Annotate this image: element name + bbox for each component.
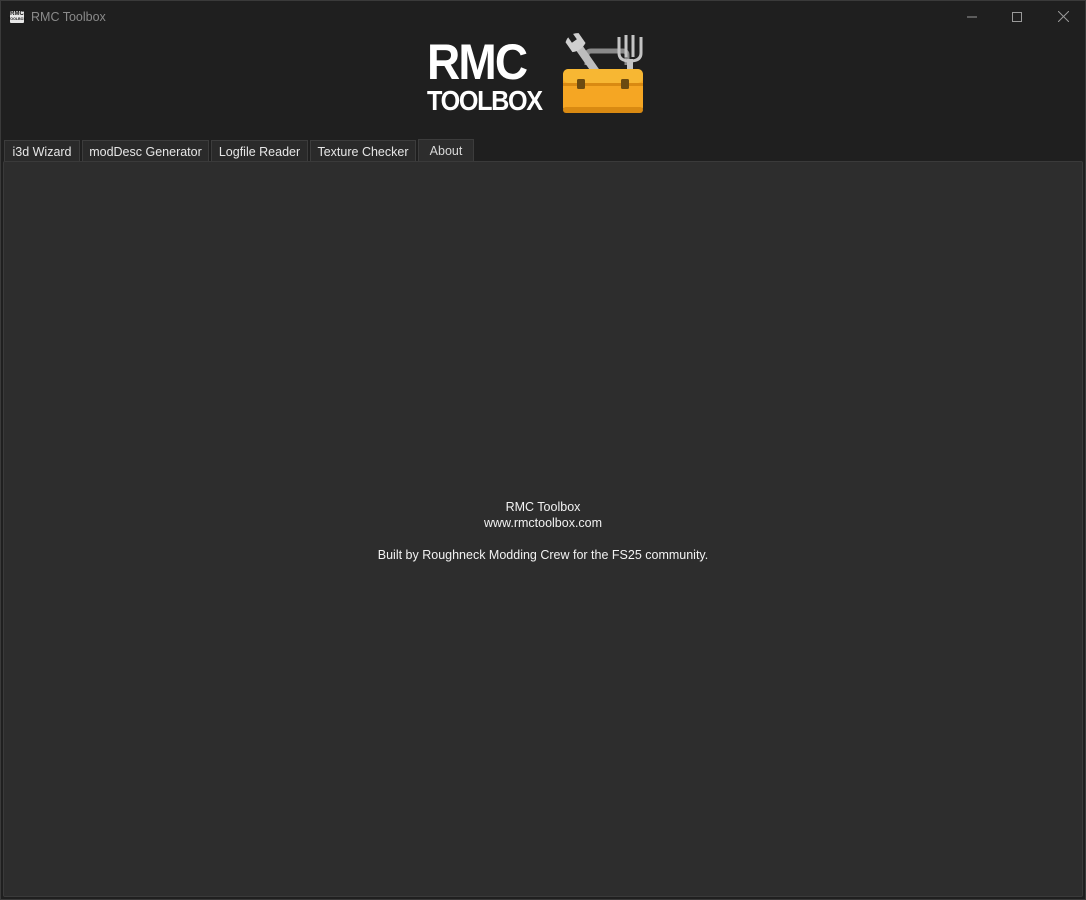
- close-icon: [1057, 11, 1069, 22]
- tab-about[interactable]: About: [418, 139, 474, 162]
- minimize-button[interactable]: [949, 1, 995, 32]
- about-app-name: RMC Toolbox: [505, 500, 581, 514]
- header-banner: RMC TOOLBOX: [1, 32, 1085, 138]
- window-title: RMC Toolbox: [31, 9, 106, 24]
- tab-moddesc-generator[interactable]: modDesc Generator: [82, 140, 209, 162]
- logo-wordmark: RMC TOOLBOX: [427, 34, 543, 116]
- close-button[interactable]: [1040, 1, 1085, 32]
- title-bar[interactable]: RMC TOOLBOX RMC Toolbox: [1, 1, 1085, 32]
- tab-i3d-wizard[interactable]: i3d Wizard: [4, 140, 80, 162]
- tab-logfile-reader[interactable]: Logfile Reader: [211, 140, 308, 162]
- logo-line-rmc: RMC: [427, 34, 528, 90]
- app-window: RMC TOOLBOX RMC Toolbox RMC TOOLBOX i3d …: [0, 0, 1086, 900]
- toolbox-icon: [563, 32, 643, 113]
- maximize-icon: [1012, 11, 1022, 22]
- tab-texture-checker[interactable]: Texture Checker: [310, 140, 416, 162]
- maximize-button[interactable]: [994, 1, 1040, 32]
- about-text-block: RMC Toolbox www.rmctoolbox.com Built by …: [4, 499, 1082, 563]
- tab-bar: i3d Wizard modDesc Generator Logfile Rea…: [1, 138, 1085, 162]
- about-spacer: [4, 531, 1082, 547]
- about-website-link[interactable]: www.rmctoolbox.com: [4, 515, 1082, 531]
- about-panel: RMC Toolbox www.rmctoolbox.com Built by …: [3, 161, 1083, 897]
- about-credits: Built by Roughneck Modding Crew for the …: [377, 548, 709, 562]
- minimize-icon: [967, 16, 977, 17]
- logo-line-toolbox: TOOLBOX: [427, 85, 543, 116]
- rmc-toolbox-app-icon: RMC TOOLBOX: [8, 10, 26, 23]
